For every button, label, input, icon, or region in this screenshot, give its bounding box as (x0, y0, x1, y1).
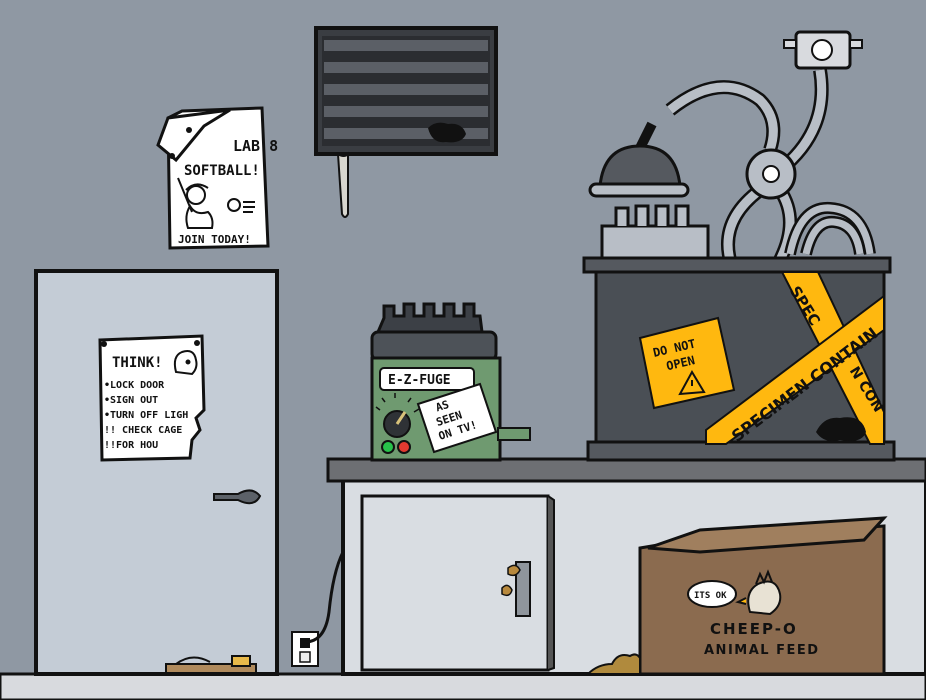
lab-illustration: LAB 8 SOFTBALL! JOIN TODAY! THINK! •LOCK… (0, 26, 926, 700)
tank-base-block (600, 204, 710, 260)
think-item-5: !!FOR HOU (104, 440, 158, 451)
animal-feed-box: ITS OK CHEEP-O ANIMAL FEED (638, 516, 888, 676)
tube-junction (745, 148, 797, 200)
think-item-3: •TURN OFF LIGH (104, 410, 188, 421)
air-vent (314, 26, 498, 218)
poster-footer: JOIN TODAY! (178, 233, 251, 246)
feed-line2: ANIMAL FEED (704, 643, 820, 658)
poster-title-line2: SOFTBALL! (184, 163, 260, 179)
centrifuge[interactable]: E-Z-FUGE AS SEEN ON TV! (370, 302, 531, 462)
outlet-icon (291, 551, 345, 667)
think-item-4: !! CHECK CAGE (104, 425, 182, 436)
red-light (397, 440, 411, 454)
dome-lamp (588, 121, 690, 198)
think-poster: THINK! •LOCK DOOR •SIGN OUT •TURN OFF LI… (98, 334, 206, 462)
specimen-tank: SPEC SPECIMEN CONTAIN N CON DO NOT OPEN (582, 256, 896, 462)
floor (0, 672, 926, 700)
speech-bubble: ITS OK (687, 580, 737, 608)
centrifuge-label: E-Z-FUGE (388, 373, 451, 388)
door[interactable] (34, 269, 279, 676)
gauge-plug (783, 30, 863, 70)
green-light (381, 440, 395, 454)
think-item-2: •SIGN OUT (104, 395, 158, 406)
poster-title-line1: LAB 8 (233, 137, 278, 155)
cabinet-door[interactable] (360, 494, 555, 672)
think-title: THINK! (112, 355, 163, 371)
speech-text: ITS OK (694, 591, 727, 601)
softball-poster: LAB 8 SOFTBALL! JOIN TODAY! (156, 106, 278, 250)
lab-scene: LAB 8 SOFTBALL! JOIN TODAY! THINK! •LOCK… (0, 0, 926, 700)
think-item-1: •LOCK DOOR (104, 380, 165, 391)
feed-line1: CHEEP-O (710, 620, 798, 638)
